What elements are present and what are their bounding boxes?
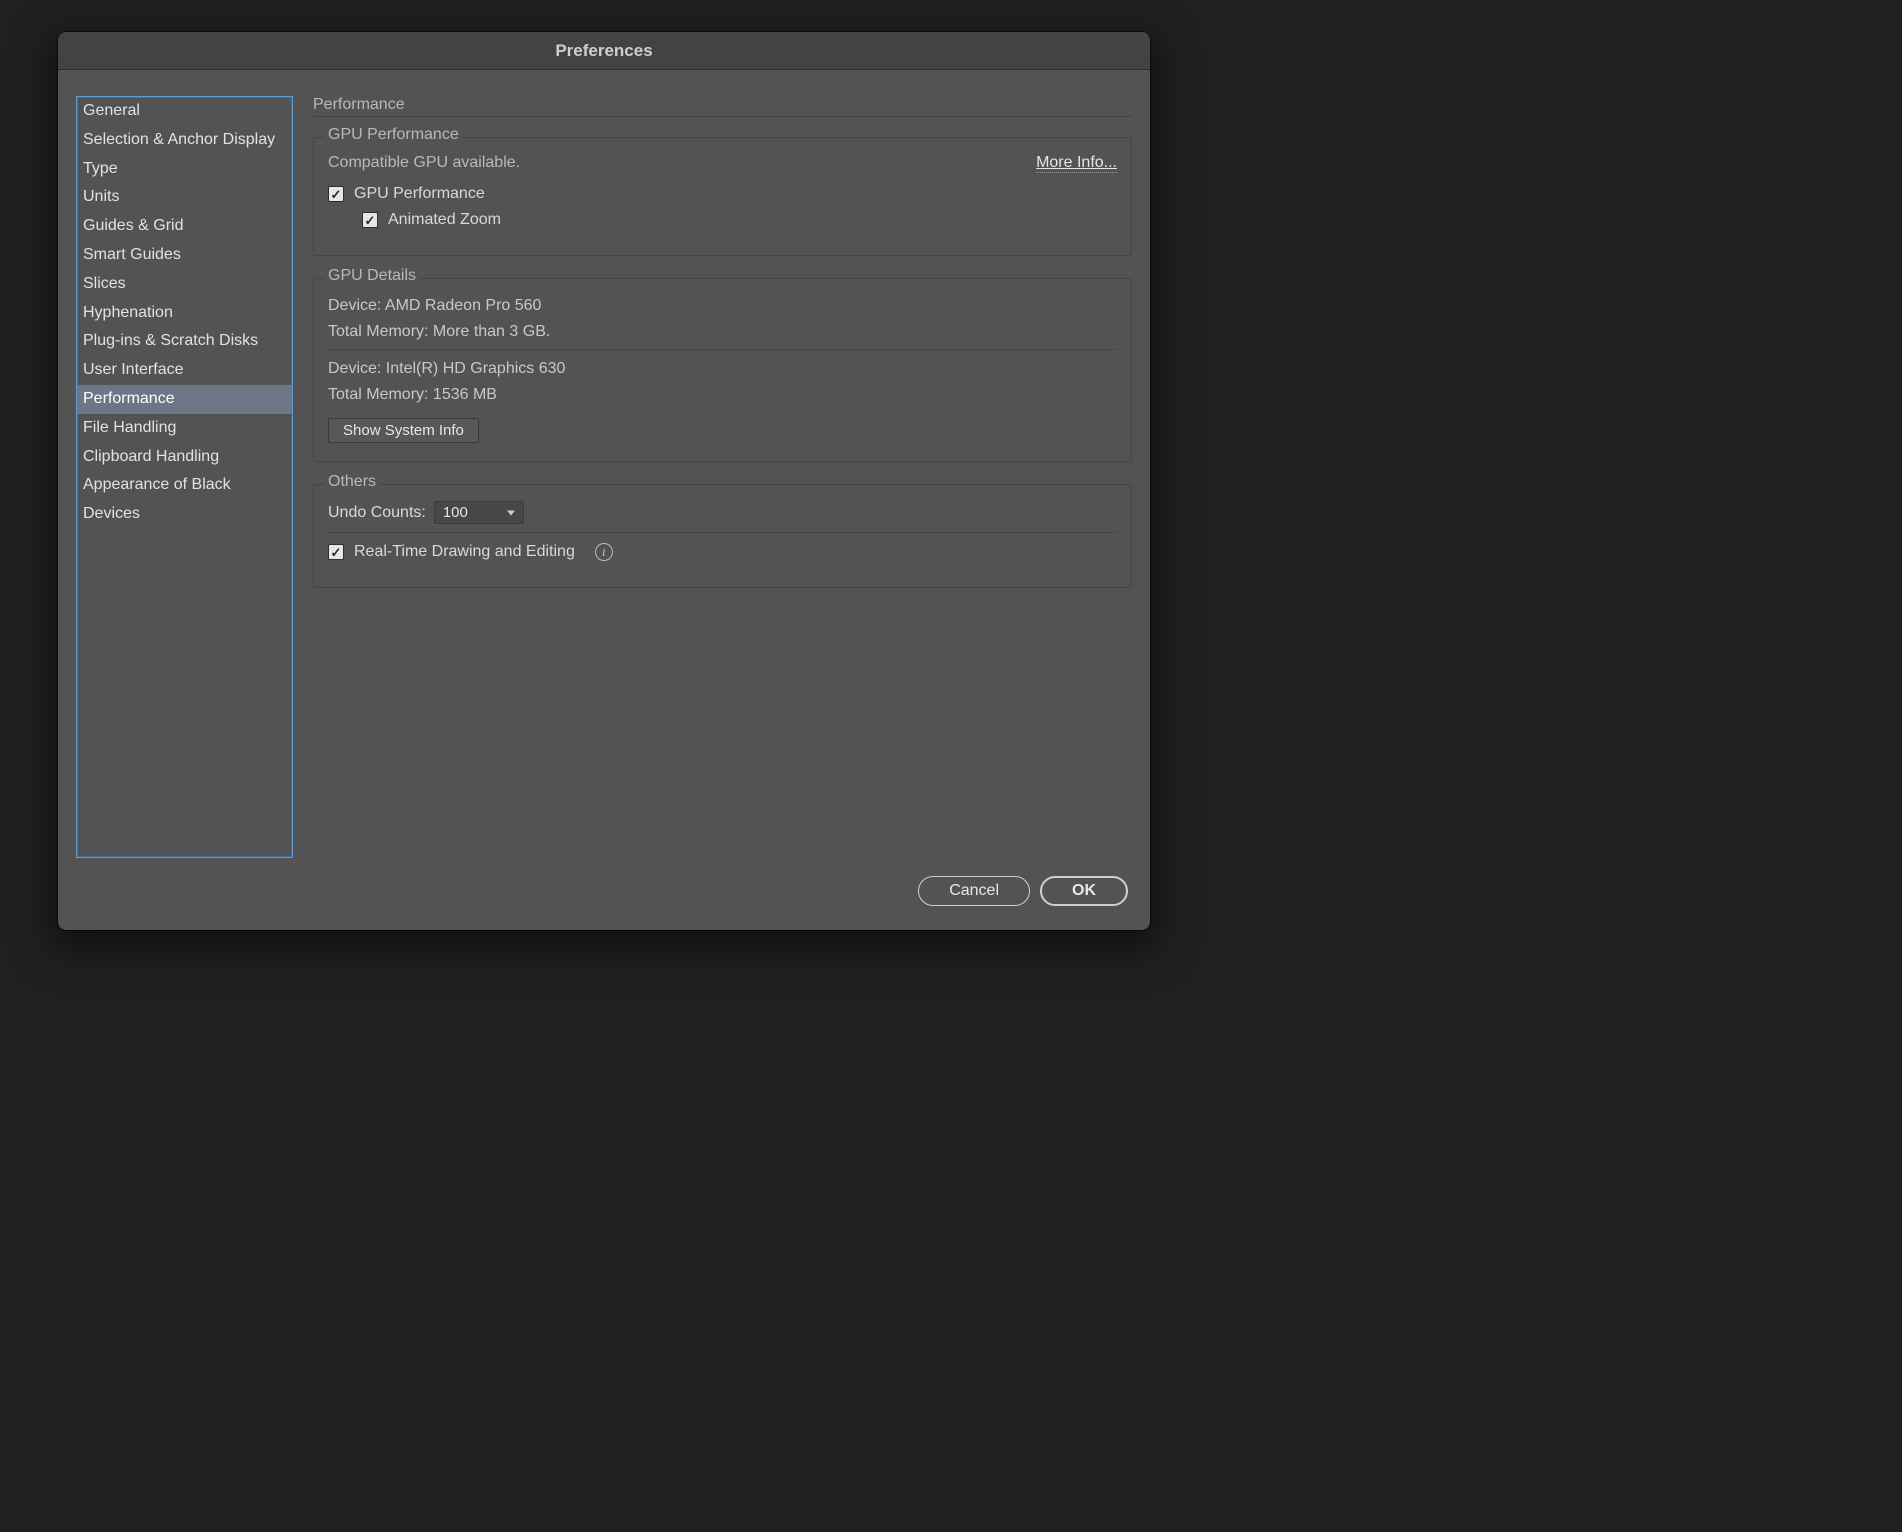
others-group-title: Others — [324, 473, 380, 491]
sidebar-item-hyphenation[interactable]: Hyphenation — [77, 299, 292, 328]
realtime-drawing-checkbox[interactable] — [328, 544, 344, 560]
gpu-performance-group-title: GPU Performance — [324, 126, 463, 144]
others-group: Others Undo Counts: 100 Real-Time Drawin… — [313, 484, 1132, 588]
preferences-dialog: Preferences GeneralSelection & Anchor Di… — [58, 32, 1150, 930]
undo-counts-value: 100 — [443, 504, 468, 521]
show-system-info-button[interactable]: Show System Info — [328, 418, 479, 443]
gpu-details-group: GPU Details Device: AMD Radeon Pro 560 T… — [313, 278, 1132, 462]
gpu-performance-checkbox[interactable] — [328, 186, 344, 202]
sidebar-item-devices[interactable]: Devices — [77, 500, 292, 529]
gpu-device-1: Device: AMD Radeon Pro 560 — [328, 297, 1117, 315]
divider — [328, 532, 1117, 533]
ok-button[interactable]: OK — [1040, 876, 1128, 906]
sidebar-item-guides-grid[interactable]: Guides & Grid — [77, 212, 292, 241]
gpu-availability-status: Compatible GPU available. — [328, 154, 520, 173]
sidebar-item-type[interactable]: Type — [77, 155, 292, 184]
dialog-body: GeneralSelection & Anchor DisplayTypeUni… — [58, 70, 1150, 876]
undo-counts-label: Undo Counts: — [328, 504, 426, 522]
cancel-button[interactable]: Cancel — [918, 876, 1030, 906]
dialog-title: Preferences — [555, 41, 652, 61]
more-info-link[interactable]: More Info... — [1036, 154, 1117, 173]
sidebar-item-selection-anchor-display[interactable]: Selection & Anchor Display — [77, 126, 292, 155]
dialog-footer: Cancel OK — [58, 876, 1150, 930]
dialog-titlebar: Preferences — [58, 32, 1150, 70]
panel-title: Performance — [313, 96, 1132, 117]
preferences-content: Performance GPU Performance Compatible G… — [313, 96, 1132, 858]
sidebar-item-clipboard-handling[interactable]: Clipboard Handling — [77, 443, 292, 472]
info-icon[interactable]: i — [595, 543, 613, 561]
sidebar-item-appearance-of-black[interactable]: Appearance of Black — [77, 471, 292, 500]
sidebar-item-file-handling[interactable]: File Handling — [77, 414, 292, 443]
sidebar-item-user-interface[interactable]: User Interface — [77, 356, 292, 385]
gpu-memory-2: Total Memory: 1536 MB — [328, 386, 1117, 404]
gpu-details-group-title: GPU Details — [324, 267, 420, 285]
undo-counts-select[interactable]: 100 — [434, 501, 524, 524]
gpu-performance-group: GPU Performance Compatible GPU available… — [313, 137, 1132, 256]
divider — [328, 349, 1117, 350]
sidebar-item-smart-guides[interactable]: Smart Guides — [77, 241, 292, 270]
animated-zoom-label: Animated Zoom — [388, 211, 501, 229]
sidebar-item-performance[interactable]: Performance — [77, 385, 292, 414]
sidebar-item-slices[interactable]: Slices — [77, 270, 292, 299]
realtime-drawing-label: Real-Time Drawing and Editing — [354, 543, 575, 561]
preferences-sidebar: GeneralSelection & Anchor DisplayTypeUni… — [76, 96, 293, 858]
gpu-memory-1: Total Memory: More than 3 GB. — [328, 323, 1117, 341]
sidebar-item-units[interactable]: Units — [77, 183, 292, 212]
gpu-performance-label: GPU Performance — [354, 185, 485, 203]
sidebar-item-general[interactable]: General — [77, 97, 292, 126]
animated-zoom-checkbox[interactable] — [362, 212, 378, 228]
sidebar-item-plug-ins-scratch-disks[interactable]: Plug-ins & Scratch Disks — [77, 327, 292, 356]
gpu-device-2: Device: Intel(R) HD Graphics 630 — [328, 360, 1117, 378]
